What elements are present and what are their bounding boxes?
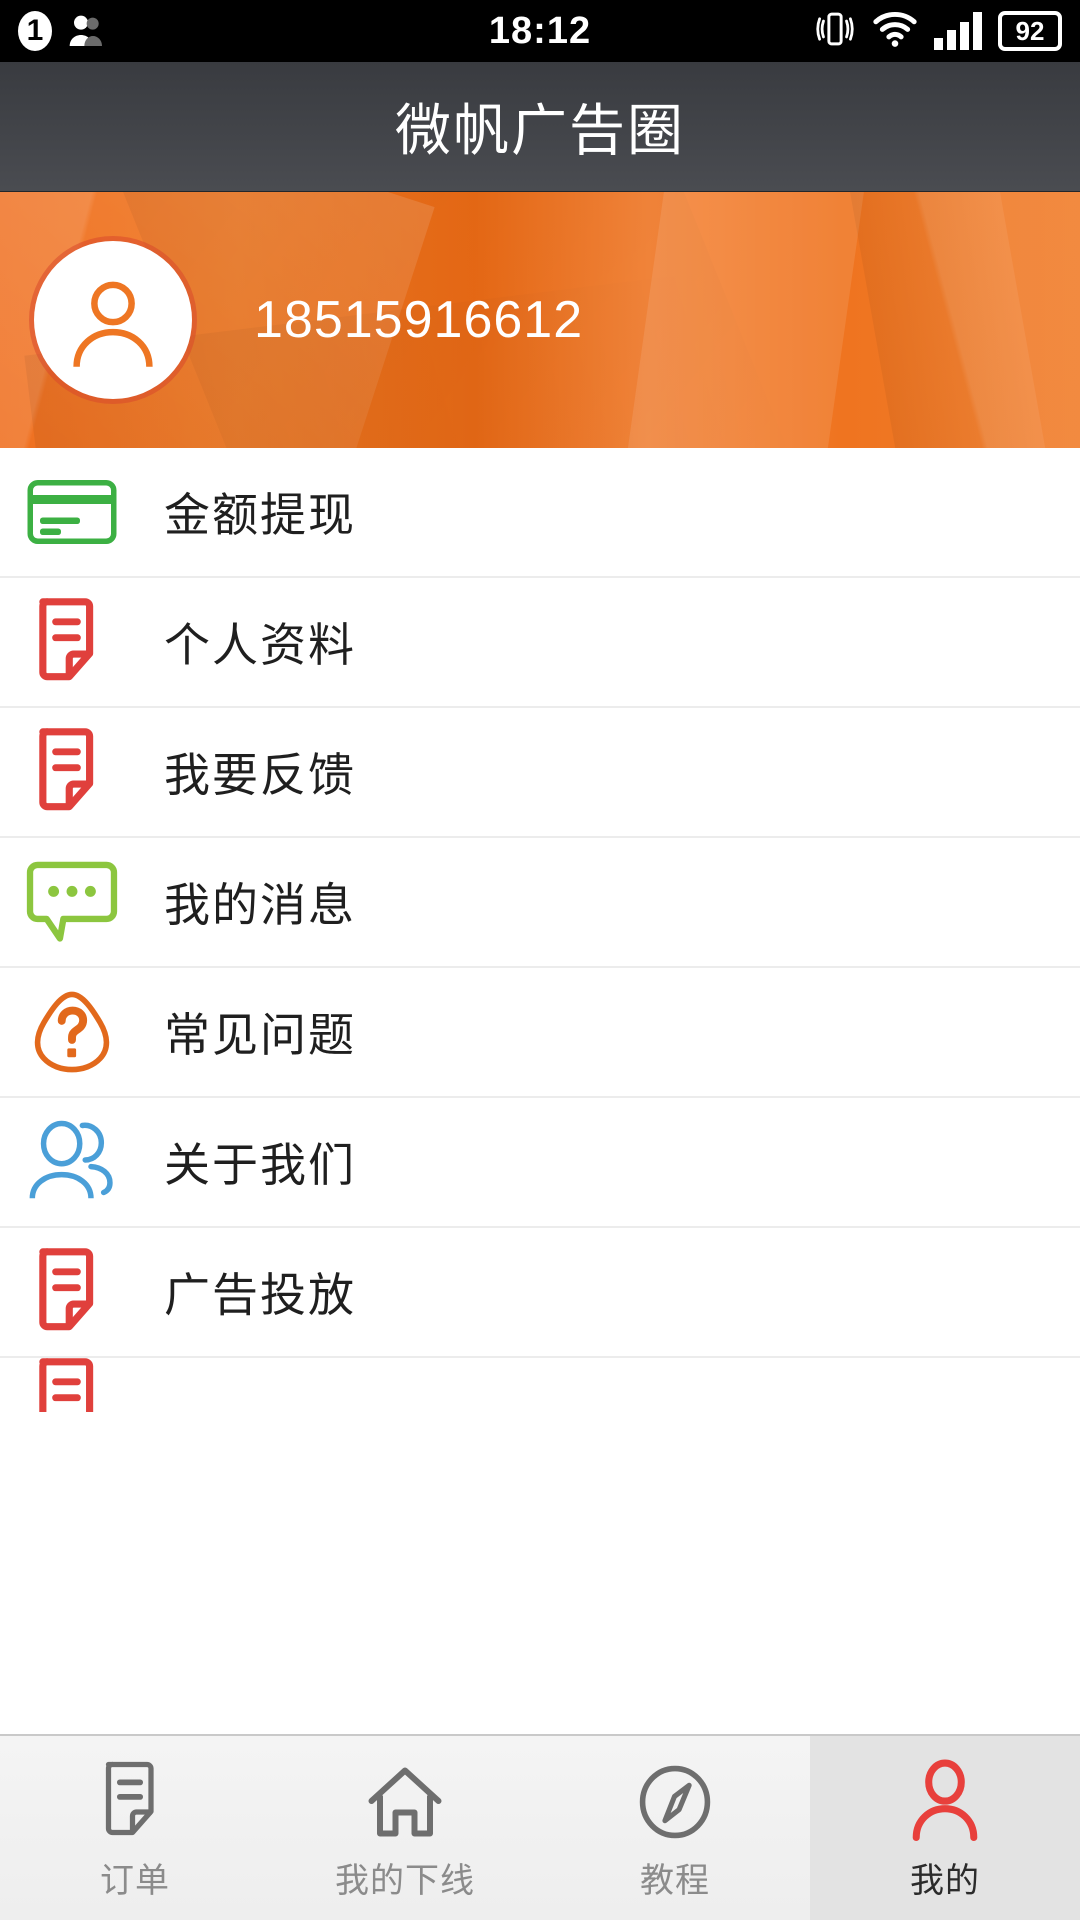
avatar[interactable]: [34, 241, 192, 399]
bottom-tab-bar: 订单 我的下线 教程 我的: [0, 1734, 1080, 1920]
menu-item-label: 我要反馈: [164, 749, 356, 801]
menu-item-about-us[interactable]: 关于我们: [0, 1098, 1080, 1228]
document-icon: [102, 1755, 168, 1841]
menu-item-personal-info[interactable]: 个人资料: [0, 578, 1080, 708]
app-screen: 1 18:12 92 微帆广告圈 18515916612 金额提现 个人资料 我…: [0, 0, 1080, 1920]
chat-bubble-icon: [24, 854, 120, 950]
document-icon: [24, 1244, 120, 1340]
document-icon: [24, 594, 120, 690]
menu-item-feedback[interactable]: 我要反馈: [0, 708, 1080, 838]
status-bar: 1 18:12 92: [0, 0, 1080, 62]
menu-item-label: 金额提现: [164, 489, 356, 541]
person-icon: [907, 1755, 983, 1841]
menu-item-partially-visible[interactable]: [0, 1358, 1080, 1412]
compass-icon: [637, 1755, 713, 1841]
menu-item-withdraw[interactable]: 金额提现: [0, 448, 1080, 578]
tab-label: 教程: [640, 1861, 710, 1900]
tab-tutorial[interactable]: 教程: [540, 1736, 810, 1920]
tab-label: 我的下线: [335, 1861, 475, 1900]
tab-mine[interactable]: 我的: [810, 1736, 1080, 1920]
page-title: 微帆广告圈: [395, 99, 685, 162]
users-group-icon: [24, 1114, 120, 1210]
menu-item-label: 常见问题: [164, 1009, 356, 1061]
tab-label: 订单: [100, 1861, 170, 1900]
status-bar-clock: 18:12: [488, 9, 592, 52]
document-icon: [24, 724, 120, 820]
question-mark-icon: [24, 984, 120, 1080]
menu-item-label: 个人资料: [164, 619, 356, 671]
profile-banner: 18515916612: [0, 192, 1080, 448]
document-icon: [24, 1358, 120, 1412]
menu-item-label: 广告投放: [164, 1269, 356, 1321]
home-icon: [365, 1755, 445, 1841]
menu-item-messages[interactable]: 我的消息: [0, 838, 1080, 968]
settings-menu-list: 金额提现 个人资料 我要反馈 我的消息 常见问题 关于我们 广告投放: [0, 448, 1080, 1412]
menu-item-faq[interactable]: 常见问题: [0, 968, 1080, 1098]
menu-item-label: 我的消息: [164, 879, 356, 931]
tab-orders[interactable]: 订单: [0, 1736, 270, 1920]
tab-label: 我的: [910, 1861, 980, 1900]
menu-item-ad-placement[interactable]: 广告投放: [0, 1228, 1080, 1358]
app-title-bar: 微帆广告圈: [0, 62, 1080, 192]
user-avatar-icon: [73, 281, 153, 368]
credit-card-icon: [24, 464, 120, 560]
profile-phone: 18515916612: [254, 291, 584, 349]
tab-my-downline[interactable]: 我的下线: [270, 1736, 540, 1920]
menu-item-label: 关于我们: [164, 1139, 356, 1191]
